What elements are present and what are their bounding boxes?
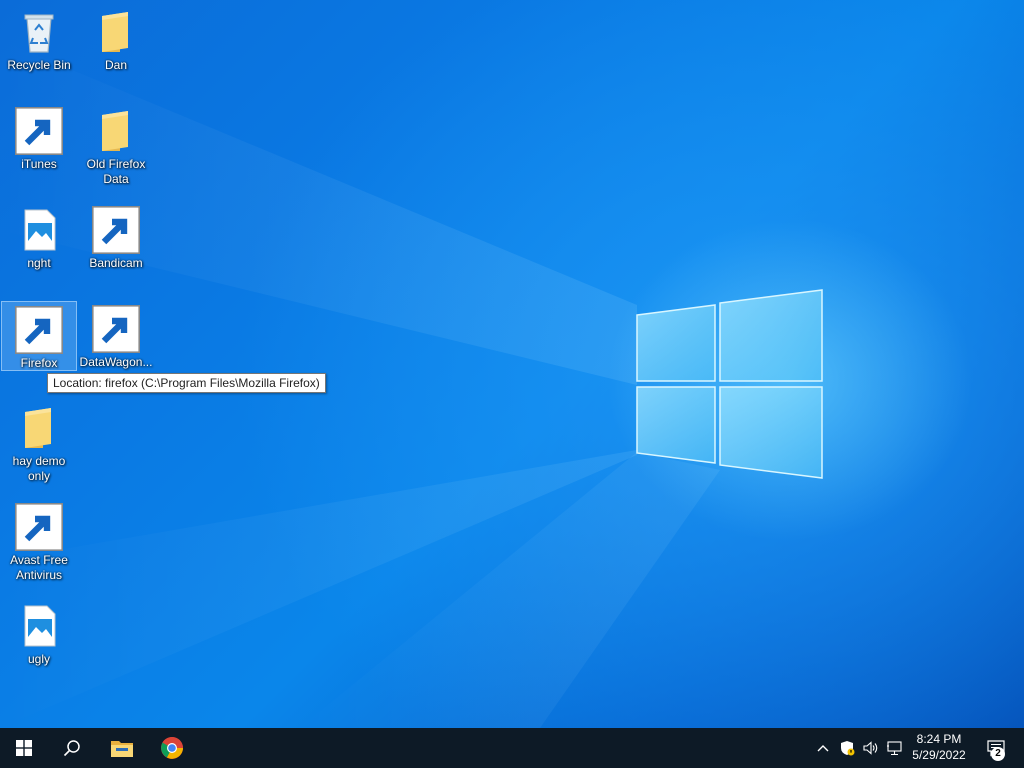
desktop-icon-dan[interactable]: Dan	[78, 4, 154, 73]
desktop-icon-label: Bandicam	[89, 256, 143, 270]
search-button[interactable]	[48, 728, 96, 768]
desktop-icon-firefox[interactable]: Firefox	[1, 301, 77, 371]
itunes-icon	[15, 107, 63, 155]
volume-tray[interactable]	[860, 728, 882, 768]
desktop-icon-label: Old Firefox Data	[86, 157, 146, 186]
desktop-icon-label: Avast Free Antivirus	[10, 553, 68, 582]
clock-date: 5/29/2022	[912, 748, 966, 762]
recycle-bin-icon	[15, 8, 63, 56]
avast-icon	[15, 503, 63, 551]
desktop-icon-label: Recycle Bin	[7, 58, 71, 72]
windows-security-icon	[841, 741, 855, 756]
image-file-icon	[15, 206, 63, 254]
chrome-button[interactable]	[148, 728, 196, 768]
file-explorer-icon	[111, 741, 133, 757]
desktop-icon-bandicam[interactable]: Bandicam	[78, 202, 154, 271]
volume-icon	[863, 741, 878, 755]
file-explorer-button[interactable]	[98, 728, 146, 768]
desktop-icon-ugly[interactable]: ugly	[1, 598, 77, 667]
windows-security-tray[interactable]	[836, 728, 858, 768]
desktop-icon-nght[interactable]: nght	[1, 202, 77, 271]
desktop-icon-label: ugly	[27, 652, 50, 666]
datawagon-icon	[92, 305, 140, 353]
folder-icon	[15, 404, 63, 452]
chrome-icon	[161, 737, 183, 759]
start-button[interactable]	[0, 728, 48, 768]
desktop-icon-label: Dan	[104, 58, 127, 72]
desktop-icon-hay-demo-only[interactable]: hay demo only	[1, 400, 77, 484]
shortcut-arrow-icon	[92, 305, 140, 353]
taskbar: 8:24 PM 5/29/2022	[0, 728, 1024, 768]
desktop-icon-itunes[interactable]: iTunes	[1, 103, 77, 172]
folder-icon	[92, 107, 140, 155]
desktop-icon-datawagon[interactable]: DataWagon...	[78, 301, 154, 370]
desktop-icon-label: DataWagon...	[79, 355, 153, 369]
clock-time: 8:24 PM	[916, 732, 962, 746]
network-tray[interactable]	[884, 728, 906, 768]
desktop-icon-avast-free-antivirus[interactable]: Avast Free Antivirus	[1, 499, 77, 583]
folder-icon	[92, 8, 140, 56]
network-icon	[887, 741, 902, 756]
desktop-icon-label: iTunes	[21, 157, 57, 171]
desktop-icon-recycle-bin[interactable]: Recycle Bin	[1, 4, 77, 73]
desktop[interactable]: Recycle Bin Dan iTunes Old Firefox Data …	[0, 0, 1024, 728]
desktop-icon-label: hay demo only	[12, 454, 66, 483]
shortcut-arrow-icon	[15, 107, 63, 155]
icon-location-tooltip: Location: firefox (C:\Program Files\Mozi…	[47, 373, 326, 393]
desktop-icon-label: Firefox	[20, 356, 58, 370]
chevron-up-icon	[817, 745, 829, 752]
image-file-icon	[15, 602, 63, 650]
desktop-icon-label: nght	[27, 256, 51, 270]
shortcut-arrow-icon	[15, 503, 63, 551]
search-icon	[63, 740, 80, 757]
windows-logo-icon	[16, 740, 32, 756]
desktop-icon-old-firefox-data[interactable]: Old Firefox Data	[78, 103, 154, 187]
shortcut-arrow-icon	[15, 306, 63, 354]
firefox-icon	[15, 306, 63, 354]
show-hidden-icons-button[interactable]	[812, 728, 834, 768]
clock[interactable]: 8:24 PM 5/29/2022	[906, 728, 972, 768]
notification-count-badge: 2	[991, 747, 1005, 761]
shortcut-arrow-icon	[92, 206, 140, 254]
bandicam-icon	[92, 206, 140, 254]
